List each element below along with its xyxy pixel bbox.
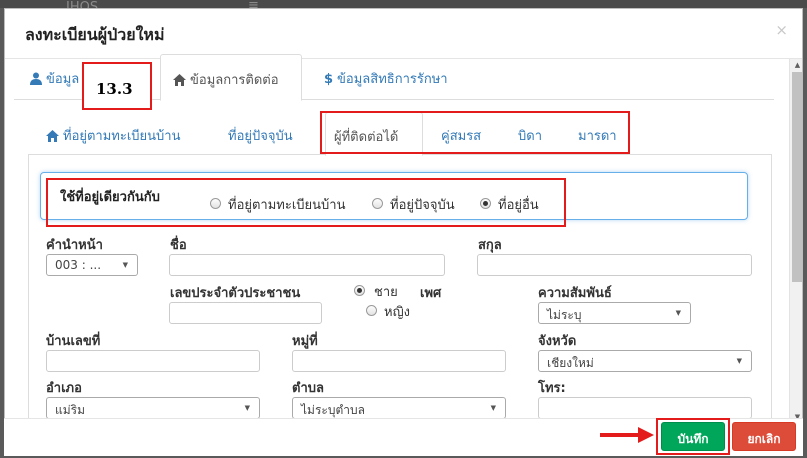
cancel-button[interactable]: ยกเลิก — [732, 422, 796, 451]
house-no-label: บ้านเลขที่ — [46, 334, 101, 349]
home-icon — [173, 74, 186, 86]
prefix-label: คำนำหน้า — [46, 238, 103, 253]
district-select-value: แม่ริม — [55, 403, 85, 417]
subdistrict-select[interactable]: ไม่ระบุตำบล ▼ — [292, 397, 506, 419]
relationship-select[interactable]: ไม่ระบุ ▼ — [538, 302, 691, 324]
last-name-input[interactable] — [477, 254, 752, 276]
radio-current-address[interactable] — [372, 198, 383, 209]
annotation-arrow-head-icon — [638, 427, 654, 443]
radio-gender-female-label: หญิง — [384, 305, 410, 320]
tab-patient-info[interactable]: ข้อมูล — [30, 54, 79, 100]
tab-treatment-rights[interactable]: $ ข้อมูลสิทธิการรักษา — [324, 54, 448, 100]
radio-registered-address[interactable] — [210, 198, 221, 209]
house-no-input[interactable] — [46, 350, 260, 372]
tab-current-address[interactable]: ที่อยู่ปัจจุบัน — [228, 112, 293, 155]
tab-registered-address[interactable]: ที่อยู่ตามทะเบียนบ้าน — [46, 112, 181, 155]
first-name-input[interactable] — [169, 254, 445, 276]
scroll-up-arrow-icon[interactable]: ▲ — [790, 61, 802, 69]
prefix-select[interactable]: 003 : ... ▼ — [46, 254, 138, 276]
radio-gender-male[interactable] — [354, 285, 365, 296]
subdistrict-select-value: ไม่ระบุตำบล — [301, 403, 365, 417]
phone-label: โทร: — [538, 381, 566, 396]
user-icon — [30, 72, 42, 85]
modal-header: ลงทะเบียนผู้ป่วยใหม่ × — [5, 9, 802, 59]
radio-other-address[interactable] — [480, 198, 491, 209]
prefix-select-value: 003 : ... — [55, 258, 102, 272]
modal-scrollbar[interactable]: ▲ ▼ — [789, 59, 802, 423]
province-label: จังหวัด — [538, 334, 577, 349]
annotation-step-number: 13.3 — [96, 80, 133, 98]
village-no-input[interactable] — [292, 350, 506, 372]
caret-down-icon: ▼ — [490, 404, 496, 412]
caret-down-icon: ▼ — [122, 261, 128, 269]
radio-registered-address-label: ที่อยู่ตามทะเบียนบ้าน — [228, 198, 346, 213]
tab-contact-info[interactable]: ข้อมูลการติดต่อ — [160, 54, 302, 101]
radio-gender-male-label: ชาย — [374, 285, 398, 300]
citizen-id-label: เลขประจำตัวประชาชน — [170, 286, 301, 301]
radio-gender-female[interactable] — [366, 305, 377, 316]
relationship-label: ความสัมพันธ์ — [538, 286, 612, 301]
caret-down-icon: ▼ — [736, 357, 742, 365]
relationship-select-value: ไม่ระบุ — [547, 308, 582, 322]
radio-other-address-label: ที่อยู่อื่น — [498, 198, 539, 213]
district-select[interactable]: แม่ริม ▼ — [46, 397, 260, 419]
save-button-highlight — [656, 418, 730, 455]
same-address-label: ใช้ที่อยู่เดียวกันกับ — [60, 190, 160, 205]
first-name-label: ชื่อ — [170, 238, 187, 253]
tab-registered-address-label: ที่อยู่ตามทะเบียนบ้าน — [63, 129, 181, 144]
tab-current-address-label: ที่อยู่ปัจจุบัน — [228, 129, 293, 144]
province-select[interactable]: เชียงใหม่ ▼ — [538, 350, 752, 372]
page-backdrop — [0, 0, 807, 8]
modal-title: ลงทะเบียนผู้ป่วยใหม่ — [25, 25, 165, 44]
dollar-icon: $ — [324, 72, 334, 87]
caret-down-icon: ▼ — [244, 404, 250, 412]
province-select-value: เชียงใหม่ — [547, 356, 594, 370]
phone-input[interactable] — [538, 397, 752, 419]
tab-treatment-rights-label: ข้อมูลสิทธิการรักษา — [337, 72, 448, 87]
tab-patient-info-label: ข้อมูล — [46, 72, 80, 87]
last-name-label: สกุล — [478, 238, 502, 253]
district-label: อำเภอ — [46, 381, 82, 396]
subtabs-highlight-box — [320, 111, 630, 154]
village-no-label: หมู่ที่ — [292, 334, 318, 349]
citizen-id-input[interactable] — [169, 302, 322, 324]
radio-current-address-label: ที่อยู่ปัจจุบัน — [390, 198, 455, 213]
tab-contact-info-label: ข้อมูลการติดต่อ — [190, 73, 279, 88]
caret-down-icon: ▼ — [675, 309, 681, 317]
home-icon — [46, 130, 59, 142]
annotation-arrow-icon — [600, 433, 640, 437]
subdistrict-label: ตำบล — [292, 381, 324, 396]
close-icon[interactable]: × — [775, 21, 788, 39]
gender-label: เพศ — [420, 286, 442, 301]
scroll-thumb[interactable] — [792, 72, 802, 282]
